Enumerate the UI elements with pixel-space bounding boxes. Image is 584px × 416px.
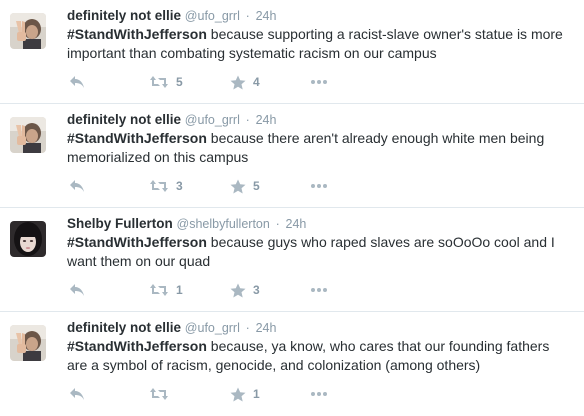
tweet-actions: 1 3 <box>67 280 367 300</box>
favorite-star-icon <box>230 283 246 298</box>
avatar[interactable] <box>10 13 46 49</box>
tweet[interactable]: Shelby Fullerton @shelbyfullerton · 24h … <box>0 208 584 312</box>
favorite-button[interactable]: 1 <box>230 384 260 404</box>
more-options-button[interactable] <box>310 280 328 300</box>
tweet[interactable]: definitely not ellie @ufo_grrl · 24h #St… <box>0 312 584 416</box>
hashtag-link[interactable]: #StandWithJefferson <box>67 234 207 250</box>
timestamp[interactable]: 24h <box>286 217 307 231</box>
favorite-count: 5 <box>253 179 260 193</box>
tweet-actions: 5 4 <box>67 72 367 92</box>
separator: · <box>245 321 250 335</box>
tweet-header: definitely not ellie @ufo_grrl · 24h <box>67 319 276 337</box>
retweet-count: 5 <box>176 75 183 89</box>
retweet-icon <box>149 387 169 401</box>
reply-button[interactable] <box>69 384 85 404</box>
reply-icon <box>69 75 85 89</box>
user-handle[interactable]: @shelbyfullerton <box>177 217 270 231</box>
tweet-actions: 3 5 <box>67 176 367 196</box>
retweet-icon <box>149 283 169 297</box>
more-dots-icon <box>310 391 328 397</box>
favorite-count: 1 <box>253 387 260 401</box>
favorite-star-icon <box>230 387 246 402</box>
timestamp[interactable]: 24h <box>256 321 277 335</box>
reply-icon <box>69 387 85 401</box>
tweet-text: #StandWithJefferson because, ya know, wh… <box>67 337 572 375</box>
reply-button[interactable] <box>69 72 85 92</box>
more-options-button[interactable] <box>310 384 328 404</box>
favorite-count: 4 <box>253 75 260 89</box>
separator: · <box>245 9 250 23</box>
retweet-count: 3 <box>176 179 183 193</box>
reply-icon <box>69 283 85 297</box>
avatar[interactable] <box>10 117 46 153</box>
reply-button[interactable] <box>69 280 85 300</box>
retweet-button[interactable]: 5 <box>149 72 183 92</box>
user-handle[interactable]: @ufo_grrl <box>185 321 240 335</box>
reply-icon <box>69 179 85 193</box>
timestamp[interactable]: 24h <box>256 9 277 23</box>
tweet-timeline: definitely not ellie @ufo_grrl · 24h #St… <box>0 0 584 416</box>
more-options-button[interactable] <box>310 72 328 92</box>
hashtag-link[interactable]: #StandWithJefferson <box>67 130 207 146</box>
favorite-star-icon <box>230 75 246 90</box>
display-name[interactable]: definitely not ellie <box>67 8 181 23</box>
retweet-icon <box>149 179 169 193</box>
tweet-header: definitely not ellie @ufo_grrl · 24h <box>67 111 276 129</box>
favorite-count: 3 <box>253 283 260 297</box>
hashtag-link[interactable]: #StandWithJefferson <box>67 338 207 354</box>
retweet-button[interactable]: 1 <box>149 280 183 300</box>
favorite-button[interactable]: 5 <box>230 176 260 196</box>
retweet-icon <box>149 75 169 89</box>
tweet[interactable]: definitely not ellie @ufo_grrl · 24h #St… <box>0 0 584 104</box>
tweet-header: Shelby Fullerton @shelbyfullerton · 24h <box>67 215 306 233</box>
favorite-button[interactable]: 3 <box>230 280 260 300</box>
display-name[interactable]: Shelby Fullerton <box>67 216 173 231</box>
reply-button[interactable] <box>69 176 85 196</box>
more-dots-icon <box>310 183 328 189</box>
timestamp[interactable]: 24h <box>256 113 277 127</box>
favorite-button[interactable]: 4 <box>230 72 260 92</box>
tweet-text: #StandWithJefferson because there aren't… <box>67 129 572 167</box>
separator: · <box>275 217 280 231</box>
tweet-actions: 1 <box>67 384 367 404</box>
more-dots-icon <box>310 79 328 85</box>
more-dots-icon <box>310 287 328 293</box>
retweet-button[interactable] <box>149 384 176 404</box>
favorite-star-icon <box>230 179 246 194</box>
retweet-button[interactable]: 3 <box>149 176 183 196</box>
avatar[interactable] <box>10 325 46 361</box>
display-name[interactable]: definitely not ellie <box>67 112 181 127</box>
tweet[interactable]: definitely not ellie @ufo_grrl · 24h #St… <box>0 104 584 208</box>
tweet-text: #StandWithJefferson because supporting a… <box>67 25 572 63</box>
display-name[interactable]: definitely not ellie <box>67 320 181 335</box>
user-handle[interactable]: @ufo_grrl <box>185 9 240 23</box>
retweet-count: 1 <box>176 283 183 297</box>
user-handle[interactable]: @ufo_grrl <box>185 113 240 127</box>
more-options-button[interactable] <box>310 176 328 196</box>
avatar[interactable] <box>10 221 46 257</box>
tweet-header: definitely not ellie @ufo_grrl · 24h <box>67 7 276 25</box>
tweet-text: #StandWithJefferson because guys who rap… <box>67 233 572 271</box>
hashtag-link[interactable]: #StandWithJefferson <box>67 26 207 42</box>
separator: · <box>245 113 250 127</box>
